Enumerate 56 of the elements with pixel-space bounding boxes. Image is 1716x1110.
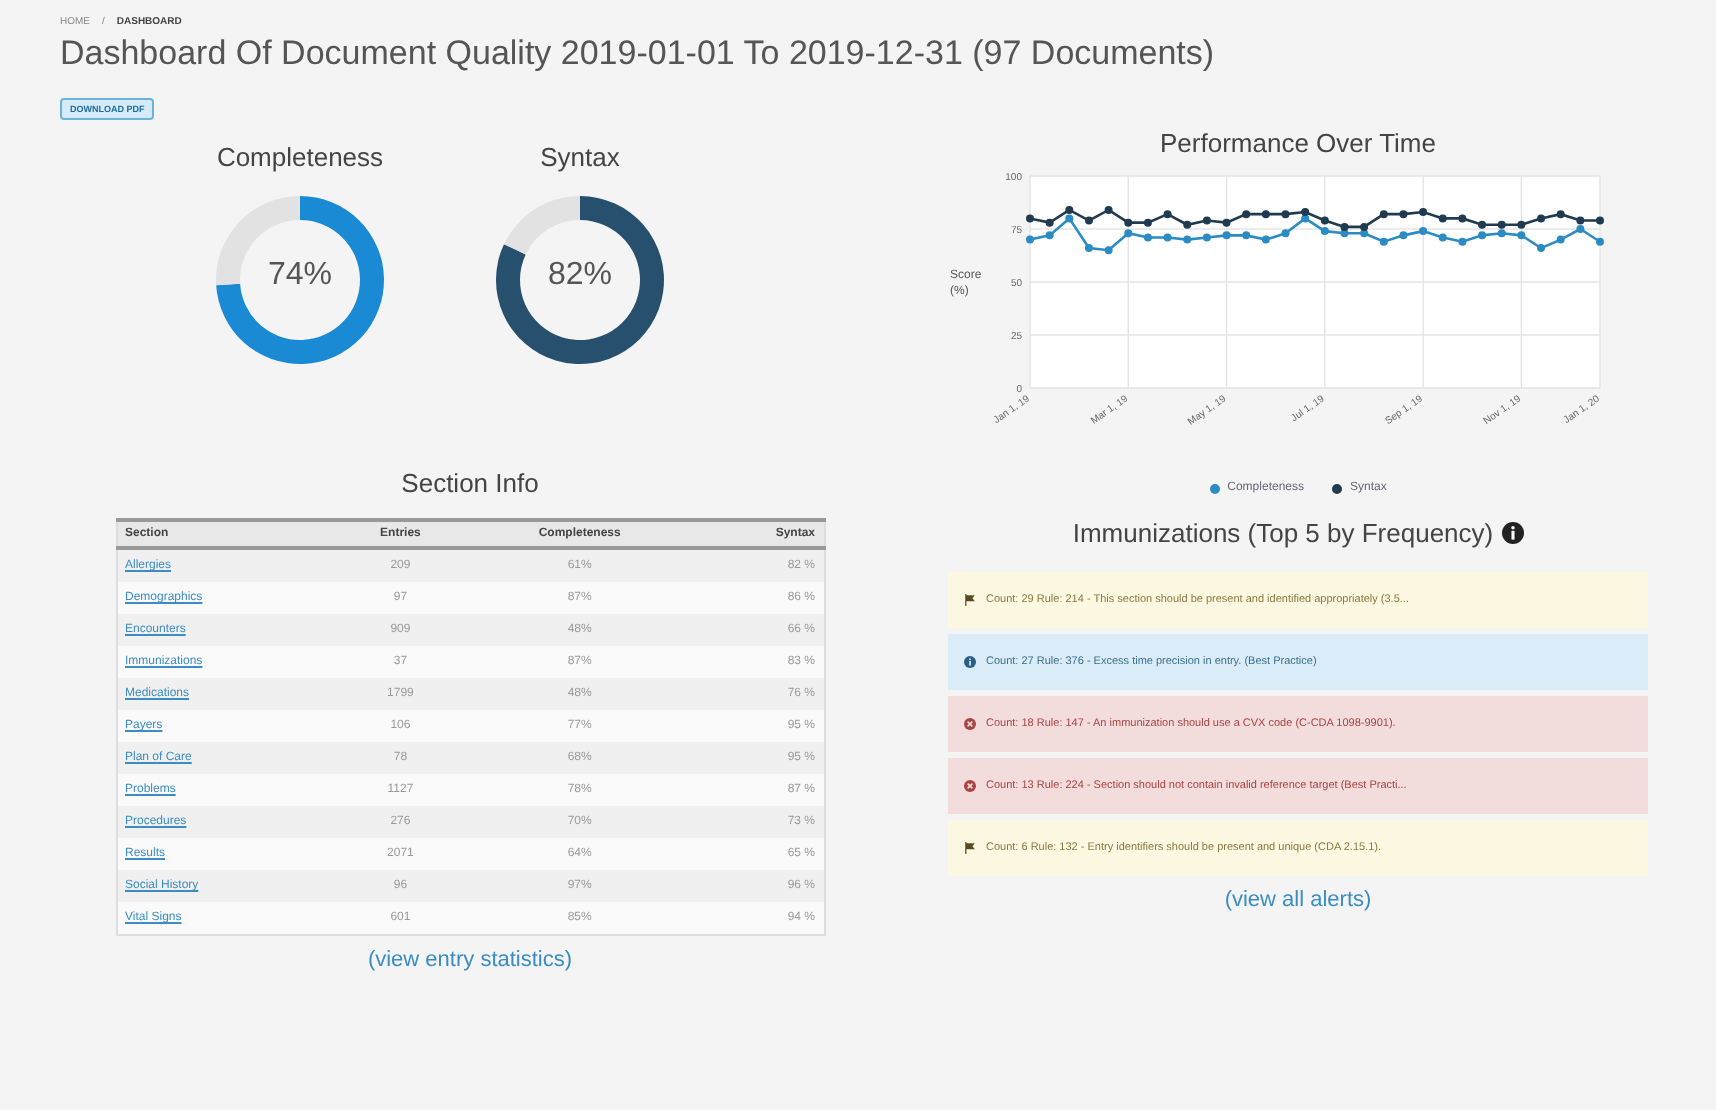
data-point xyxy=(1084,216,1093,225)
gauge-value: 82% xyxy=(545,258,615,294)
section-title: Section Info xyxy=(401,468,539,498)
error-icon xyxy=(964,718,976,730)
data-point xyxy=(1537,214,1546,223)
data-point xyxy=(1222,231,1231,240)
view-link[interactable]: (view entry statistics) xyxy=(367,948,573,972)
data-point xyxy=(1202,233,1211,242)
data-point xyxy=(1438,214,1447,223)
page-title: Dashboard Of Document Quality 2019-01-01 To 2019-12-31 (97 Documents) xyxy=(60,34,1217,74)
flag-icon xyxy=(964,594,976,606)
data-point xyxy=(1045,218,1054,227)
chart-title: Performance Over Time xyxy=(1158,128,1438,158)
data-point xyxy=(1379,210,1388,219)
view-link[interactable]: (view all alerts) xyxy=(1224,888,1372,912)
data-point xyxy=(1242,231,1251,240)
data-point xyxy=(1163,210,1172,219)
data-point xyxy=(1399,231,1408,240)
gauge-title: Syntax xyxy=(540,142,620,172)
data-point xyxy=(1222,218,1231,227)
data-point xyxy=(1084,244,1093,253)
data-point xyxy=(1438,233,1447,242)
data-point xyxy=(1026,235,1034,244)
data-point xyxy=(1281,210,1290,219)
data-point xyxy=(1183,235,1192,244)
data-point xyxy=(1143,233,1152,242)
data-point xyxy=(1143,218,1152,227)
data-point xyxy=(1261,210,1270,219)
data-point xyxy=(1026,214,1034,223)
error-icon xyxy=(964,780,976,792)
data-point xyxy=(1419,208,1428,217)
info-icon[interactable] xyxy=(1501,522,1524,544)
data-point xyxy=(1537,244,1546,253)
data-point xyxy=(1104,205,1113,214)
data-point xyxy=(1242,210,1251,219)
data-point xyxy=(1045,231,1054,240)
data-point xyxy=(1261,235,1270,244)
data-point xyxy=(1458,237,1467,246)
data-point xyxy=(1379,237,1388,246)
gauge-value: 74% xyxy=(265,258,335,294)
data-point xyxy=(1183,220,1192,229)
data-point xyxy=(1419,227,1428,236)
info-icon xyxy=(964,656,976,668)
data-point xyxy=(1596,237,1604,246)
data-point xyxy=(1202,216,1211,225)
gauge-title: Completeness xyxy=(216,142,384,172)
data-point xyxy=(1458,214,1467,223)
data-point xyxy=(1104,246,1113,255)
data-point xyxy=(1596,216,1604,225)
data-point xyxy=(1163,233,1172,242)
data-point xyxy=(1399,210,1408,219)
section-title: Immunizations (Top 5 by Frequency) xyxy=(1072,518,1494,548)
data-point xyxy=(1281,229,1290,238)
data-point xyxy=(1556,210,1565,219)
flag-icon xyxy=(964,842,976,854)
data-point xyxy=(1556,235,1565,244)
